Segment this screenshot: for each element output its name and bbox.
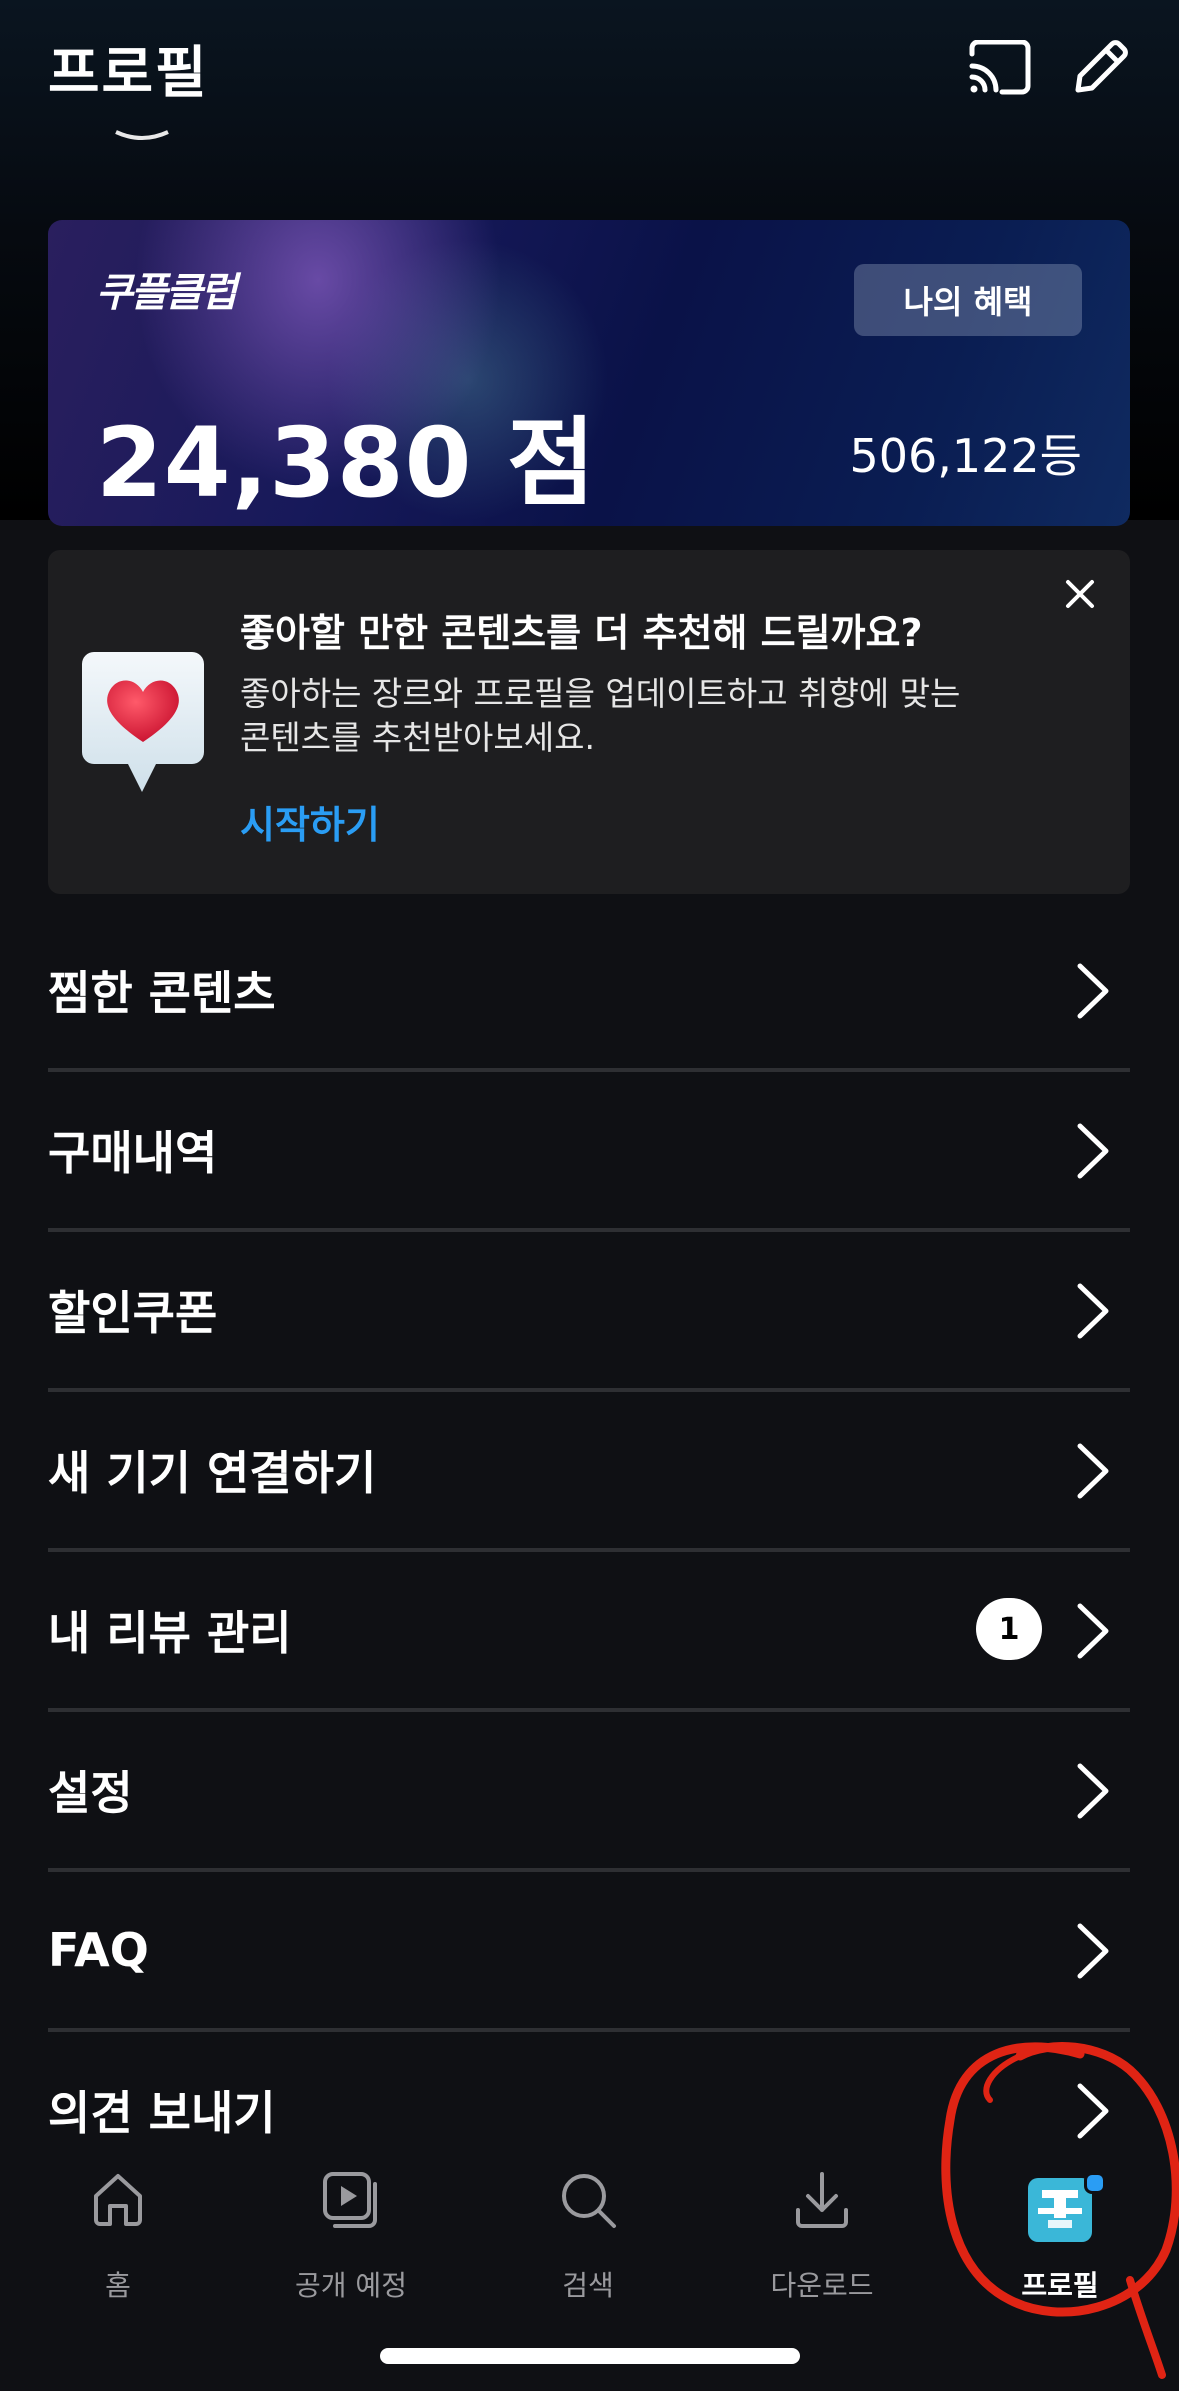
search-icon [562, 2174, 616, 2228]
menu-item-label: 내 리뷰 관리 [48, 1606, 292, 1660]
chevron-right-icon [1077, 1603, 1109, 1659]
chevron-right-icon [1077, 1763, 1109, 1819]
menu-item-label: 설정 [48, 1766, 133, 1820]
menu-item-label: 새 기기 연결하기 [48, 1446, 377, 1500]
download-icon [796, 2172, 848, 2228]
chevron-right-icon [1077, 2083, 1109, 2139]
recommendation-description: 좋아하는 장르와 프로필을 업데이트하고 취향에 맞는 콘텐츠를 추천받아보세요… [240, 674, 961, 757]
recommendation-title: 좋아할 만한 콘텐츠를 더 추천해 드릴까요? [240, 611, 923, 655]
start-link[interactable]: 시작하기 [240, 794, 380, 849]
menu-item-label: 찜한 콘텐츠 [48, 966, 276, 1020]
tab-label: 검색 [562, 2269, 614, 2302]
tab-download[interactable]: 다운로드 [722, 2160, 922, 2302]
menu-item-wishlist[interactable]: 찜한 콘텐츠 [48, 912, 1130, 1072]
profile-avatar-edge [115, 130, 169, 140]
tab-upcoming[interactable]: 공개 예정 [251, 2160, 451, 2302]
chevron-right-icon [1077, 1923, 1109, 1979]
close-icon[interactable] [1060, 574, 1100, 614]
menu-item-coupons[interactable]: 할인쿠폰 [48, 1232, 1130, 1392]
menu-item-purchases[interactable]: 구매내역 [48, 1072, 1130, 1232]
chevron-right-icon [1077, 963, 1109, 1019]
menu-item-label: 구매내역 [48, 1126, 218, 1180]
home-icon [94, 2174, 142, 2226]
heart-badge-icon [82, 652, 204, 792]
menu-item-reviews[interactable]: 내 리뷰 관리 1 [48, 1552, 1130, 1712]
menu-item-label: FAQ [48, 1923, 149, 1977]
page-title: 프로필 [48, 41, 209, 106]
tab-profile[interactable]: 프로필 [960, 2160, 1160, 2302]
my-benefits-button[interactable]: 나의 혜택 [854, 264, 1082, 336]
menu-item-settings[interactable]: 설정 [48, 1712, 1130, 1872]
review-count-badge: 1 [976, 1598, 1042, 1660]
notification-dot [1084, 2172, 1106, 2194]
chevron-right-icon [1077, 1123, 1109, 1179]
profile-menu: 찜한 콘텐츠 구매내역 할인쿠폰 새 기기 연결하기 내 리뷰 관리 1 설정 … [48, 912, 1130, 2192]
rank-value: 506,122등 [849, 429, 1082, 483]
tab-search[interactable]: 검색 [488, 2160, 688, 2302]
menu-item-faq[interactable]: FAQ [48, 1872, 1130, 2032]
points-value: 24,380 점 [96, 407, 597, 519]
recommendation-card: 좋아할 만한 콘텐츠를 더 추천해 드릴까요? 좋아하는 장르와 프로필을 업데… [48, 550, 1130, 894]
club-logo: 쿠플클럽 [96, 270, 237, 316]
top-bar: 프로필 [0, 0, 1179, 140]
menu-item-label: 할인쿠폰 [48, 1286, 218, 1340]
coupang-club-card[interactable]: 쿠플클럽 나의 혜택 24,380 점 506,122등 [48, 220, 1130, 526]
tab-label: 홈 [105, 2269, 131, 2302]
home-indicator [380, 2348, 800, 2364]
tab-label: 다운로드 [770, 2269, 874, 2302]
upcoming-play-icon [323, 2172, 377, 2228]
pencil-icon[interactable] [1070, 36, 1132, 98]
cast-icon[interactable] [968, 40, 1032, 96]
tab-home[interactable]: 홈 [18, 2160, 218, 2302]
chevron-right-icon [1077, 1283, 1109, 1339]
profile-avatar [1028, 2178, 1092, 2242]
tab-label: 공개 예정 [295, 2269, 407, 2302]
chevron-right-icon [1077, 1443, 1109, 1499]
tab-label: 프로필 [1021, 2269, 1099, 2302]
menu-item-connect-device[interactable]: 새 기기 연결하기 [48, 1392, 1130, 1552]
